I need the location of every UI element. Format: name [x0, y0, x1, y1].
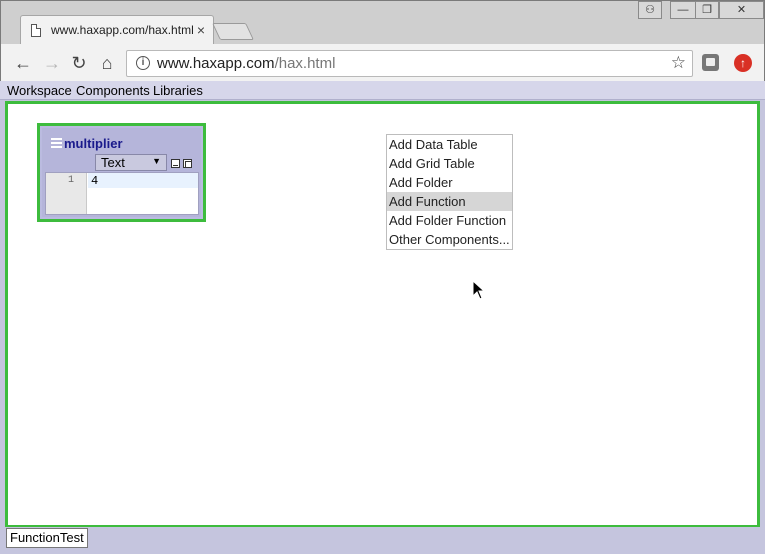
component-title: multiplier [64, 136, 123, 151]
editor-gutter: 1 [46, 173, 87, 214]
mouse-cursor-icon [472, 280, 486, 300]
tab-title: www.haxapp.com/hax.html [51, 23, 194, 37]
workspace-canvas[interactable]: multiplier Text ▼ 1 4 [5, 101, 760, 528]
tab-close-icon[interactable]: × [197, 22, 205, 38]
menu-item-add-grid-table[interactable]: Add Grid Table [387, 154, 512, 173]
chevron-down-icon: ▼ [152, 156, 161, 166]
browser-chrome: www.haxapp.com/hax.html × ⚇ — ❐ ✕ ← → ↻ … [0, 0, 765, 82]
user-icon[interactable]: ⚇ [638, 1, 662, 19]
view-select-value: Text [101, 155, 125, 170]
new-tab-button[interactable] [212, 23, 254, 40]
restore-button[interactable]: ❐ [695, 1, 719, 19]
menu-item-add-function[interactable]: Add Function [387, 192, 512, 211]
bookmark-star-icon[interactable]: ☆ [671, 53, 686, 73]
workspace-tab[interactable]: FunctionTest [6, 528, 88, 548]
browser-toolbar: ← → ↻ ⌂ i www.haxapp.com/hax.html ☆ ↑ [1, 44, 764, 82]
url-text: www.haxapp.com/hax.html [157, 55, 335, 72]
forward-icon[interactable]: → [41, 52, 63, 74]
back-icon[interactable]: ← [12, 52, 34, 74]
app-menubar: Workspace Components Libraries [0, 81, 765, 100]
menu-item-add-folder[interactable]: Add Folder [387, 173, 512, 192]
url-path: /hax.html [274, 55, 336, 72]
maximize-icon[interactable] [183, 159, 192, 168]
code-editor[interactable]: 1 4 [45, 172, 199, 215]
component-body: multiplier Text ▼ 1 4 [42, 128, 201, 217]
view-select[interactable]: Text ▼ [95, 154, 167, 171]
status-bar: FunctionTest [0, 527, 765, 554]
code-text[interactable]: 4 [91, 174, 98, 188]
menu-components[interactable]: Components [76, 83, 150, 98]
context-menu: Add Data Table Add Grid Table Add Folder… [386, 134, 513, 250]
home-icon[interactable]: ⌂ [96, 52, 118, 74]
menu-icon[interactable] [51, 138, 62, 149]
browser-tab[interactable]: www.haxapp.com/hax.html × [20, 15, 214, 45]
minimize-button[interactable]: — [670, 1, 696, 19]
menu-workspace[interactable]: Workspace [7, 83, 72, 98]
info-icon[interactable]: i [136, 56, 150, 70]
menu-item-add-data-table[interactable]: Add Data Table [387, 135, 512, 154]
page-icon [31, 24, 41, 37]
menu-libraries[interactable]: Libraries [153, 83, 203, 98]
minimize-icon[interactable] [171, 159, 180, 168]
close-window-button[interactable]: ✕ [719, 1, 764, 19]
menu-item-add-folder-function[interactable]: Add Folder Function [387, 211, 512, 230]
url-host: www.haxapp.com [157, 55, 275, 72]
update-icon[interactable]: ↑ [734, 54, 752, 72]
reload-icon[interactable]: ↻ [68, 52, 90, 74]
extension-icon[interactable] [702, 54, 719, 71]
menu-item-other-components[interactable]: Other Components... [387, 230, 512, 249]
address-bar[interactable]: i www.haxapp.com/hax.html ☆ [126, 50, 693, 77]
line-number: 1 [67, 175, 74, 186]
active-line-highlight [88, 173, 198, 188]
component-window[interactable]: multiplier Text ▼ 1 4 [37, 123, 206, 222]
app-area: Workspace Components Libraries multiplie… [0, 81, 765, 554]
